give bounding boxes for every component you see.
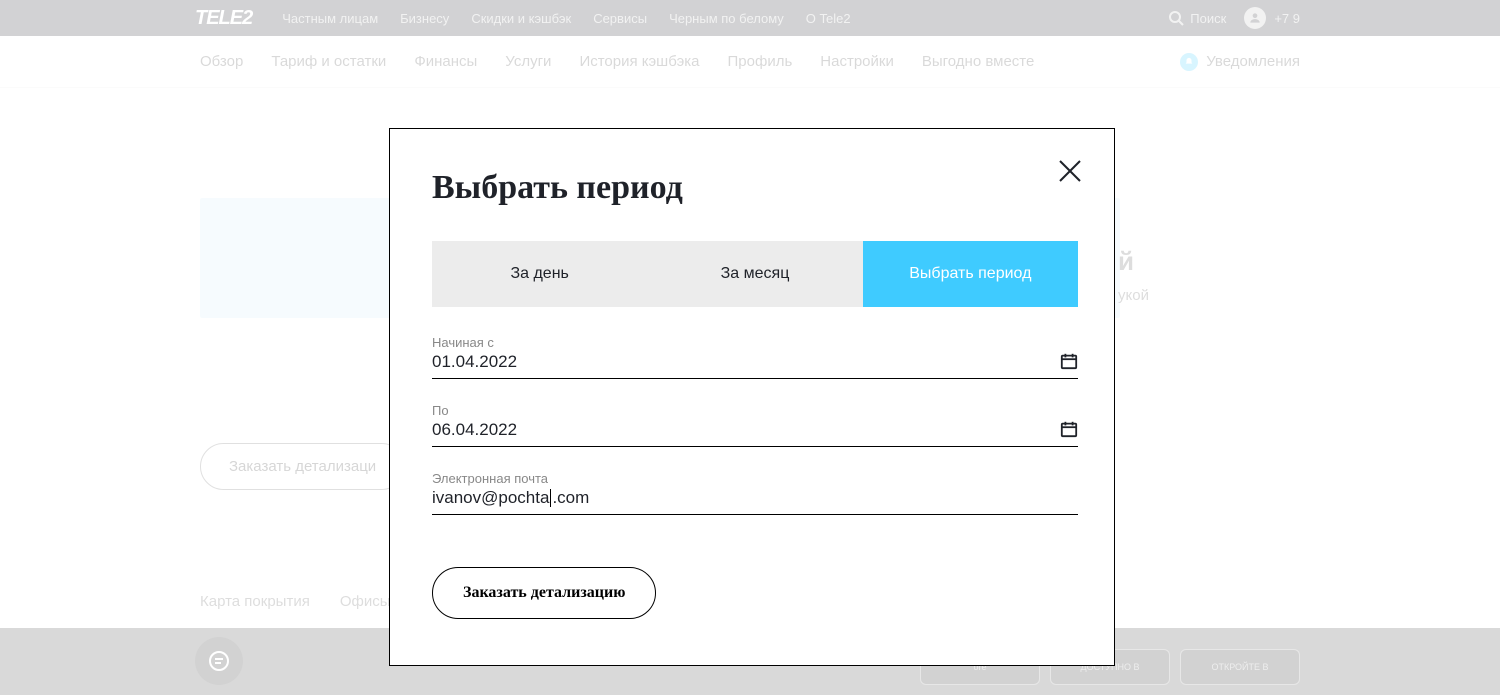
from-label: Начиная с — [432, 335, 1078, 350]
close-icon — [1056, 157, 1084, 185]
email-label: Электронная почта — [432, 471, 1078, 486]
tab-month[interactable]: За месяц — [647, 241, 862, 307]
to-field: По 06.04.2022 — [432, 403, 1078, 447]
period-modal: Выбрать период За день За месяц Выбрать … — [389, 128, 1115, 666]
tab-day[interactable]: За день — [432, 241, 647, 307]
tab-range[interactable]: Выбрать период — [863, 241, 1078, 307]
to-label: По — [432, 403, 1078, 418]
from-field: Начиная с 01.04.2022 — [432, 335, 1078, 379]
modal-title: Выбрать период — [432, 169, 1072, 207]
calendar-icon-to[interactable] — [1060, 420, 1078, 438]
email-field: Электронная почта ivanov@pochta.com — [432, 471, 1078, 515]
to-input[interactable]: 06.04.2022 — [432, 420, 1078, 446]
calendar-icon-from[interactable] — [1060, 352, 1078, 370]
order-details-button[interactable]: Заказать детализацию — [432, 567, 656, 619]
from-input[interactable]: 01.04.2022 — [432, 352, 1078, 378]
period-tabs: За день За месяц Выбрать период — [432, 241, 1078, 307]
close-button[interactable] — [1056, 157, 1084, 185]
email-input[interactable]: ivanov@pochta.com — [432, 488, 1078, 514]
